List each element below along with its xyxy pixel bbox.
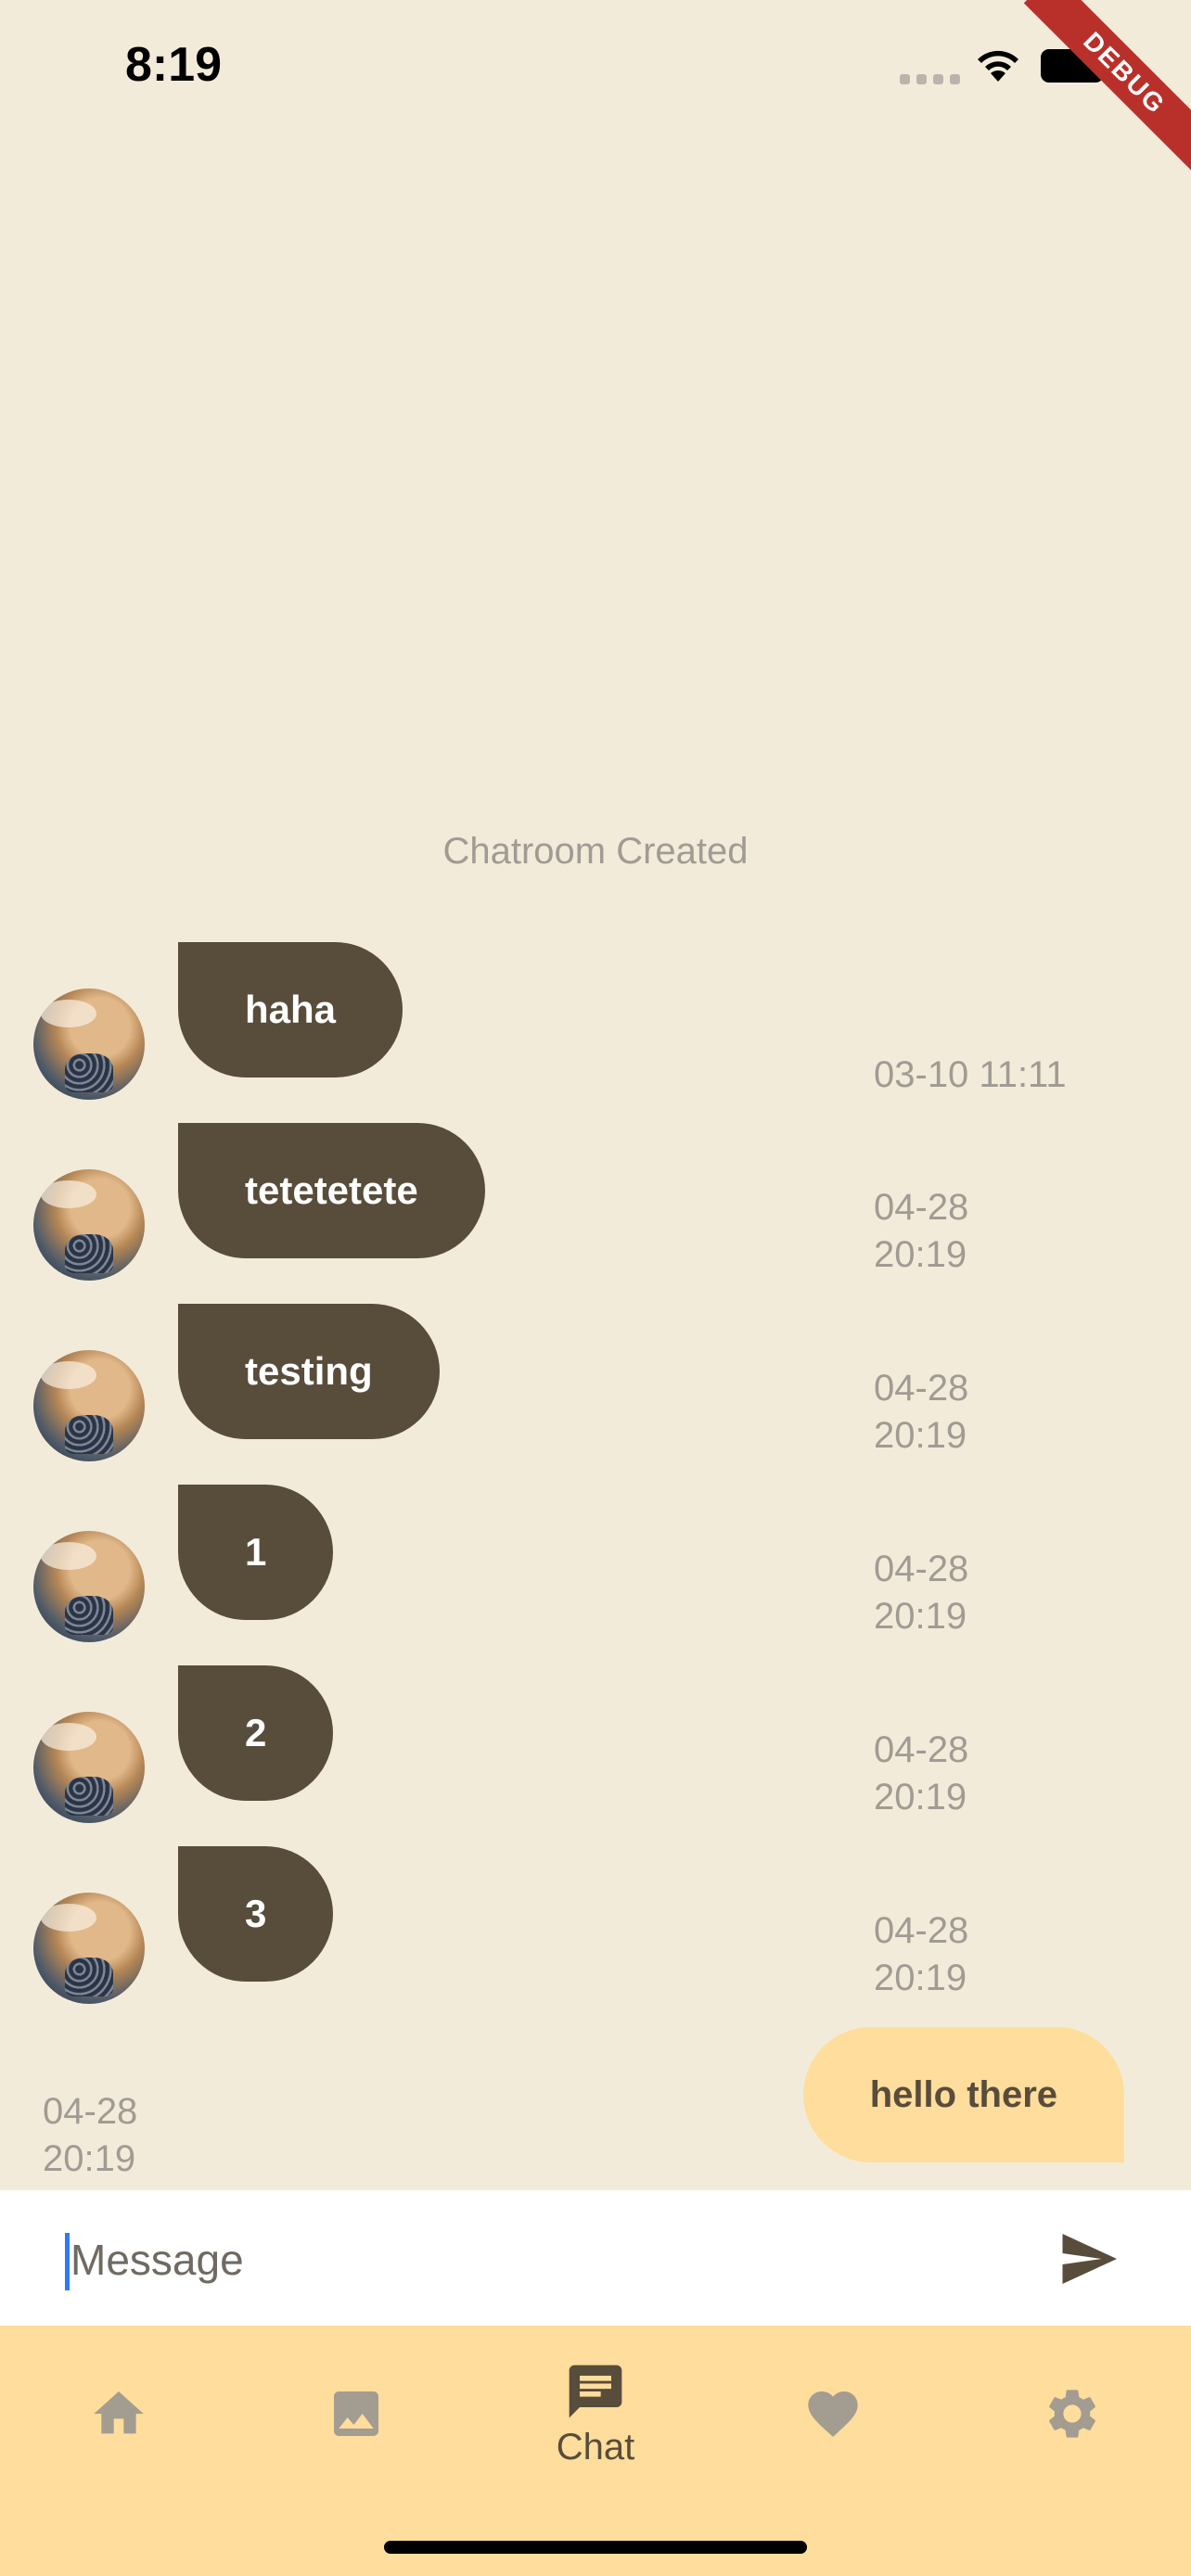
timestamp-clock: 20:19 bbox=[874, 1958, 967, 1998]
avatar[interactable] bbox=[33, 1893, 145, 2004]
gear-icon bbox=[1049, 2390, 1095, 2438]
timestamp-date: 04-28 bbox=[874, 1910, 969, 1951]
message-bubble[interactable]: haha bbox=[178, 942, 403, 1078]
nav-item-favorites[interactable] bbox=[714, 2326, 952, 2502]
timestamp-clock: 20:19 bbox=[43, 2138, 136, 2179]
avatar[interactable] bbox=[33, 1712, 145, 1823]
message-timestamp: 04-28 20:19 bbox=[43, 2088, 137, 2183]
avatar[interactable] bbox=[33, 1350, 145, 1461]
message-timestamp: 04-28 20:19 bbox=[874, 1907, 968, 2002]
bottom-navigation: Chat bbox=[0, 2326, 1191, 2576]
timestamp-date: 04-28 bbox=[874, 1187, 969, 1228]
message-bubble[interactable]: tetetetete bbox=[178, 1123, 485, 1258]
home-indicator[interactable] bbox=[384, 2541, 807, 2554]
timestamp-date: 04-28 bbox=[874, 1368, 969, 1409]
timestamp-clock: 20:19 bbox=[874, 1415, 967, 1456]
status-bar: 8:19 bbox=[0, 0, 1191, 139]
timestamp-date: 04-28 bbox=[874, 1549, 969, 1589]
avatar[interactable] bbox=[33, 988, 145, 1100]
timestamp-clock: 20:19 bbox=[874, 1777, 967, 1817]
timestamp-clock: 20:19 bbox=[874, 1234, 967, 1275]
nav-item-settings[interactable] bbox=[954, 2326, 1191, 2502]
message-bubble[interactable]: 3 bbox=[178, 1846, 334, 1982]
avatar[interactable] bbox=[33, 1169, 145, 1281]
outgoing-message-bubble[interactable]: hello there bbox=[802, 2027, 1124, 2162]
avatar[interactable] bbox=[33, 1531, 145, 1642]
message-bubble[interactable]: testing bbox=[178, 1304, 440, 1439]
timestamp-date: 04-28 bbox=[874, 1729, 969, 1770]
nav-label-chat: Chat bbox=[556, 2426, 635, 2468]
message-timestamp: 04-28 20:19 bbox=[874, 1184, 968, 1279]
send-icon[interactable] bbox=[1056, 2225, 1122, 2292]
home-icon bbox=[94, 2391, 144, 2434]
nav-item-gallery[interactable] bbox=[237, 2326, 475, 2502]
message-timestamp: 04-28 20:19 bbox=[874, 1546, 968, 1640]
message-timestamp: 04-28 20:19 bbox=[874, 1727, 968, 1821]
chat-icon bbox=[569, 2365, 622, 2417]
nav-item-home[interactable] bbox=[0, 2326, 237, 2502]
status-time: 8:19 bbox=[125, 38, 223, 92]
timestamp-clock: 20:19 bbox=[874, 1596, 967, 1637]
timestamp-date: 04-28 bbox=[43, 2091, 138, 2132]
message-input[interactable] bbox=[69, 2224, 1000, 2296]
message-bubble[interactable]: 2 bbox=[178, 1665, 334, 1801]
message-timestamp: 04-28 20:19 bbox=[874, 1365, 968, 1460]
message-timestamp: 03-10 11:11 bbox=[874, 1054, 1067, 1095]
image-icon bbox=[334, 2391, 378, 2436]
message-composer bbox=[0, 2190, 1191, 2326]
nav-item-chat[interactable]: Chat bbox=[477, 2326, 714, 2502]
cellular-signal-icon bbox=[900, 74, 960, 84]
wifi-icon bbox=[978, 50, 1018, 82]
system-message: Chatroom Created bbox=[442, 831, 749, 872]
heart-icon bbox=[808, 2391, 858, 2437]
message-bubble[interactable]: 1 bbox=[178, 1485, 334, 1620]
